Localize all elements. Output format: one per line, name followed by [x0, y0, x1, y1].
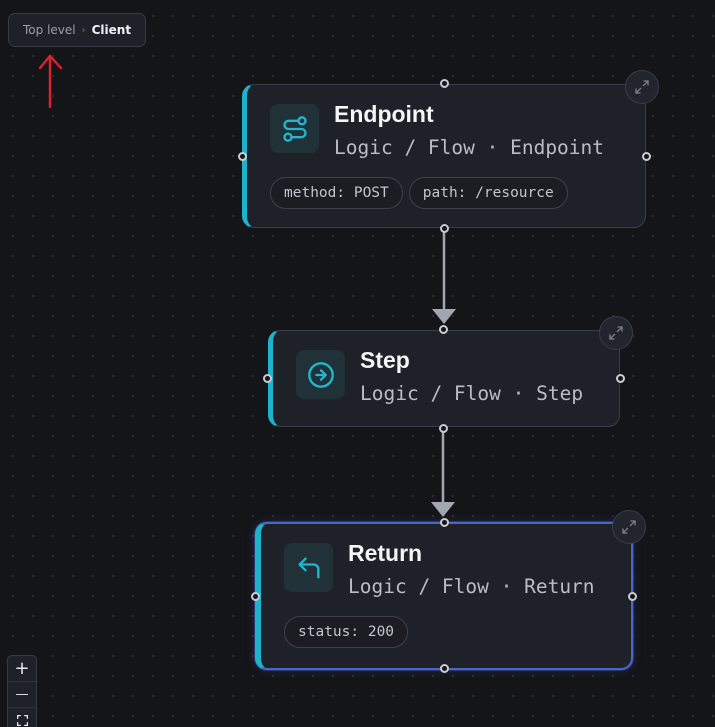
handle-step-top[interactable] — [439, 325, 448, 334]
zoom-controls: + — — [7, 655, 37, 727]
node-title: Step — [360, 347, 410, 373]
expand-icon — [609, 326, 623, 340]
node-return[interactable]: Return Logic / Flow · Return status: 200 — [255, 522, 633, 670]
param-chip-path: path: /resource — [408, 177, 568, 209]
zoom-out-button[interactable]: — — [8, 682, 36, 708]
node-params: method: POST path: /resource — [270, 177, 568, 209]
flow-canvas[interactable]: Top level › Client Endpoint Logic / Flow… — [0, 0, 715, 727]
handle-endpoint-right[interactable] — [642, 152, 651, 161]
up-arrow-icon — [38, 54, 63, 109]
route-icon — [270, 104, 319, 153]
corner-up-left-icon — [284, 543, 333, 592]
handle-return-left[interactable] — [251, 592, 260, 601]
zoom-in-button[interactable]: + — [8, 656, 36, 682]
param-chip-status: status: 200 — [284, 616, 409, 648]
node-subtitle: Logic / Flow · Step — [360, 382, 584, 405]
edge-endpoint-step[interactable] — [432, 232, 456, 324]
expand-icon — [635, 80, 649, 94]
edge-step-return[interactable] — [431, 432, 455, 517]
node-title: Return — [348, 540, 423, 566]
handle-endpoint-left[interactable] — [238, 152, 247, 161]
breadcrumb-separator: › — [81, 24, 86, 36]
breadcrumb: Top level › Client — [8, 13, 147, 47]
node-endpoint[interactable]: Endpoint Logic / Flow · Endpoint method:… — [242, 84, 646, 228]
expand-node-step-button[interactable] — [599, 316, 633, 350]
node-title: Endpoint — [334, 101, 434, 127]
param-chip-method: method: POST — [270, 177, 403, 209]
breadcrumb-current: Client — [91, 23, 132, 37]
handle-return-top[interactable] — [440, 518, 449, 527]
fit-view-button[interactable] — [8, 708, 36, 727]
arrow-right-circle-icon — [296, 350, 345, 399]
breadcrumb-root[interactable]: Top level — [23, 23, 76, 37]
handle-endpoint-top[interactable] — [440, 79, 449, 88]
node-step[interactable]: Step Logic / Flow · Step — [268, 330, 620, 427]
node-subtitle: Logic / Flow · Endpoint — [334, 136, 605, 159]
node-subtitle: Logic / Flow · Return — [348, 575, 595, 598]
handle-step-left[interactable] — [263, 374, 272, 383]
handle-return-bottom[interactable] — [440, 664, 449, 673]
expand-node-return-button[interactable] — [612, 510, 646, 544]
expand-icon — [622, 520, 636, 534]
node-params: status: 200 — [284, 616, 409, 648]
handle-step-bottom[interactable] — [439, 424, 448, 433]
expand-node-endpoint-button[interactable] — [625, 70, 659, 104]
handle-step-right[interactable] — [616, 374, 625, 383]
handle-endpoint-bottom[interactable] — [440, 224, 449, 233]
handle-return-right[interactable] — [628, 592, 637, 601]
fit-view-icon — [16, 714, 28, 727]
